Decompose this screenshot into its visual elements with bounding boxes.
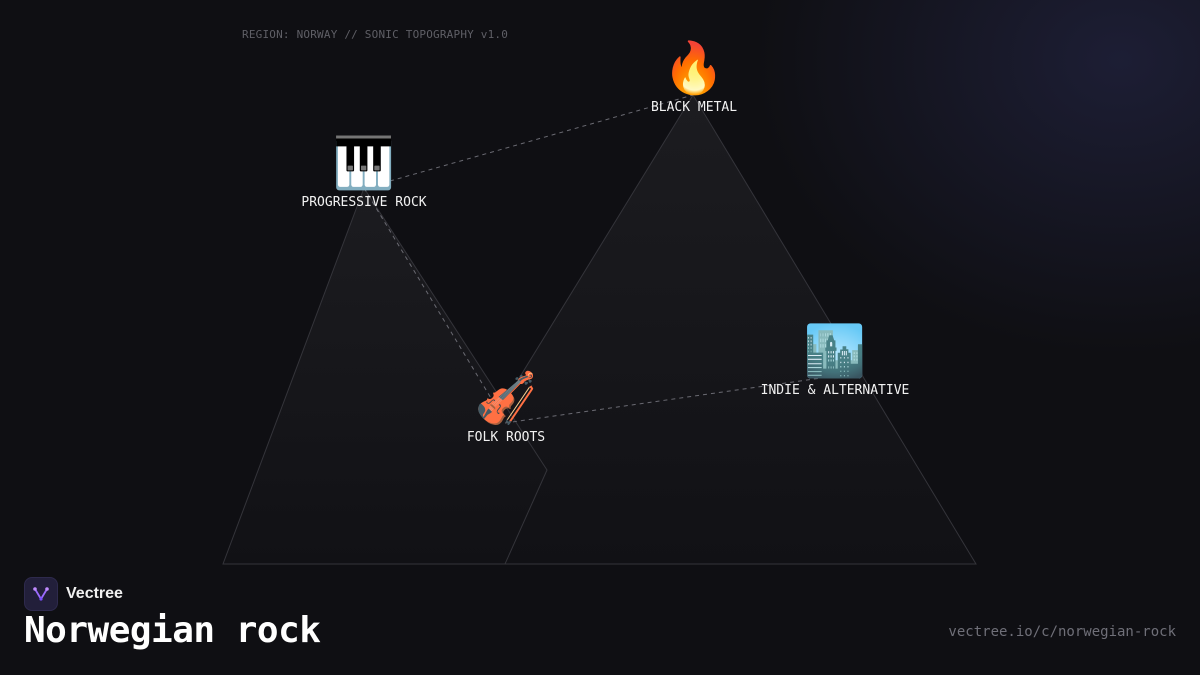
vectree-logo-icon xyxy=(24,577,58,611)
node-label: FOLK ROOTS xyxy=(466,430,546,445)
page-title: Norwegian rock xyxy=(24,610,321,651)
node-folk-roots[interactable]: 🎻 FOLK ROOTS xyxy=(467,370,545,445)
node-label: PROGRESSIVE ROCK xyxy=(301,195,427,210)
cityscape-icon: 🏙️ xyxy=(803,322,867,380)
fire-icon: 🔥 xyxy=(662,39,726,97)
page-url-link[interactable]: vectree.io/c/norwegian-rock xyxy=(948,624,1176,640)
node-black-metal[interactable]: 🔥 BLACK METAL xyxy=(651,40,737,115)
brand[interactable]: Vectree xyxy=(24,577,123,611)
node-indie-alternative[interactable]: 🏙️ INDIE & ALTERNATIVE xyxy=(761,323,910,398)
brand-name: Vectree xyxy=(66,585,123,602)
node-label: BLACK METAL xyxy=(650,100,738,115)
topography-diagram xyxy=(222,94,977,565)
piano-keys-icon: 🎹 xyxy=(332,134,396,192)
violin-icon: 🎻 xyxy=(474,369,538,427)
node-label: INDIE & ALTERNATIVE xyxy=(760,383,910,398)
node-progressive-rock[interactable]: 🎹 PROGRESSIVE ROCK xyxy=(301,135,426,210)
